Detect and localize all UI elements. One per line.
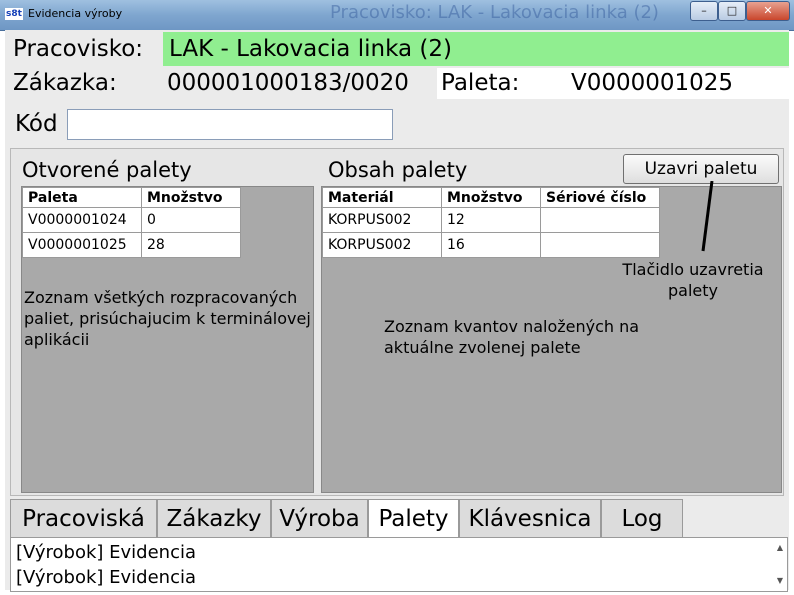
window-title: Evidencia výroby [28, 7, 123, 20]
table-row[interactable]: V0000001025 28 [22, 232, 241, 258]
table-cell: KORPUS002 [322, 207, 442, 233]
tab-log[interactable]: Log [601, 499, 683, 539]
table-cell: 16 [441, 232, 541, 258]
column-header[interactable]: Paleta [22, 187, 142, 208]
pallet-label: Paleta: [441, 70, 520, 96]
tab-klavesnica[interactable]: Klávesnica [459, 499, 601, 539]
table-row[interactable]: V0000001024 0 [22, 207, 241, 233]
tab-vyroba[interactable]: Výroba [271, 499, 368, 539]
table-row[interactable]: KORPUS002 12 [322, 207, 660, 233]
pallet-content-title: Obsah palety [328, 158, 468, 182]
window-titlebar: s8t Evidencia výroby Pracovisko: LAK - L… [0, 0, 794, 31]
minimize-button[interactable]: – [690, 1, 718, 21]
scroll-up-icon[interactable]: ▲ [777, 543, 783, 552]
close-pallet-callout: Tlačidlo uzavretia palety [622, 260, 764, 300]
scroll-down-icon[interactable]: ▼ [777, 576, 783, 585]
table-cell: V0000001025 [22, 232, 142, 258]
close-pallet-button[interactable]: Uzavri paletu [623, 154, 779, 184]
code-label: Kód [15, 111, 58, 137]
maximize-icon: □ [726, 4, 738, 17]
callout-line [701, 181, 714, 252]
tab-pracoviska[interactable]: Pracoviská [10, 499, 157, 539]
minimize-icon: – [701, 4, 707, 17]
code-input[interactable] [67, 109, 393, 140]
pallets-panel: Otvorené palety Obsah palety Uzavri pale… [10, 148, 784, 496]
table-header-row: Paleta Množstvo [22, 187, 241, 208]
maximize-button[interactable]: □ [718, 1, 746, 21]
pallet-content-list[interactable]: Materiál Množstvo Sériové číslo KORPUS00… [321, 181, 782, 493]
close-window-button[interactable]: ✕ [746, 1, 790, 21]
open-pallets-list[interactable]: Paleta Množstvo V0000001024 0 V000000102… [21, 186, 314, 493]
tab-zakazky[interactable]: Zákazky [157, 499, 271, 539]
callout-arrow [701, 181, 714, 252]
table-row[interactable]: KORPUS002 16 [322, 232, 660, 258]
open-pallets-title: Otvorené palety [22, 158, 192, 182]
pallet-field: Paleta: V0000001025 [437, 68, 789, 99]
open-pallets-table: Paleta Množstvo V0000001024 0 V000000102… [22, 187, 241, 258]
table-cell: 28 [141, 232, 241, 258]
workplace-row: Pracovisko: LAK - Lakovacia linka (2) [5, 32, 789, 66]
table-cell: KORPUS002 [322, 232, 442, 258]
table-header-row: Materiál Množstvo Sériové číslo [322, 187, 660, 208]
order-row: Zákazka: 000001000183/0020 Paleta: V0000… [5, 68, 789, 99]
order-value: 000001000183/0020 [167, 70, 409, 96]
table-cell: 0 [141, 207, 241, 233]
workplace-value: LAK - Lakovacia linka (2) [163, 32, 789, 66]
column-header[interactable]: Sériové číslo [540, 187, 660, 208]
code-row: Kód [5, 106, 789, 142]
column-header[interactable]: Množstvo [441, 187, 541, 208]
tab-palety[interactable]: Palety [368, 499, 459, 541]
column-header[interactable]: Materiál [322, 187, 442, 208]
log-panel[interactable]: [Výrobok] Evidencia [Výrobok] Evidencia … [10, 537, 788, 592]
background-window-title: Pracovisko: LAK - Lakovacia linka (2) [330, 2, 659, 23]
workplace-label: Pracovisko: [13, 36, 144, 62]
open-pallets-note: Zoznam všetkých rozpracovaných paliet, p… [24, 288, 311, 349]
app-frame: Pracovisko: LAK - Lakovacia linka (2) Zá… [5, 30, 789, 592]
log-line: [Výrobok] Evidencia [16, 542, 196, 563]
table-cell: V0000001024 [22, 207, 142, 233]
table-cell [540, 207, 660, 233]
app-icon: s8t [5, 8, 23, 20]
column-header[interactable]: Množstvo [141, 187, 241, 208]
pallet-content-table: Materiál Množstvo Sériové číslo KORPUS00… [322, 187, 660, 258]
pallet-value: V0000001025 [571, 70, 734, 96]
order-label: Zákazka: [13, 70, 117, 96]
pallet-content-note: Zoznam kvantov naložených na aktuálne zv… [384, 317, 640, 357]
table-cell: 12 [441, 207, 541, 233]
log-line: [Výrobok] Evidencia [16, 567, 196, 588]
table-cell [540, 232, 660, 258]
close-icon: ✕ [763, 4, 773, 17]
